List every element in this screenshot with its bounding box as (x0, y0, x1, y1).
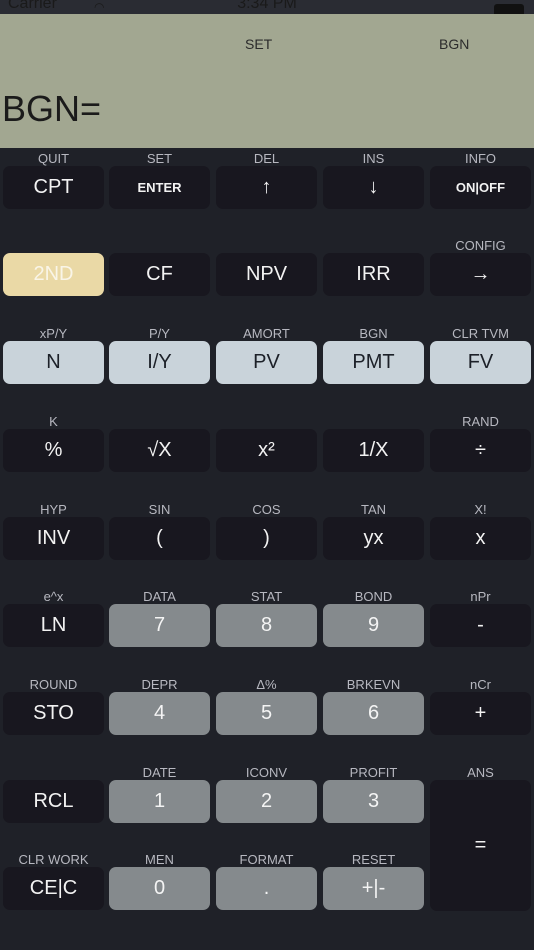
bgn-label: BGN (359, 326, 388, 341)
inv-button[interactable]: INV (3, 517, 104, 560)
rcl-button[interactable]: RCL (3, 780, 104, 823)
config-label: CONFIG (455, 238, 506, 253)
format-label: FORMAT (239, 852, 294, 867)
sign-toggle-button[interactable]: +|- (323, 867, 424, 910)
sqrt-button[interactable]: √X (109, 429, 210, 472)
ans-label: ANS (467, 765, 494, 780)
set-label: SET (146, 151, 173, 166)
reciprocal-button[interactable]: 1/X (323, 429, 424, 472)
left-paren-button[interactable]: ( (109, 517, 210, 560)
pv-button[interactable]: PV (216, 341, 317, 384)
fv-button[interactable]: FV (430, 341, 531, 384)
npv-button[interactable]: NPV (216, 253, 317, 296)
multiply-button[interactable]: x (430, 517, 531, 560)
xpy-label: xP/Y (39, 326, 68, 341)
cos-label: COS (252, 502, 281, 517)
zero-button[interactable]: 0 (109, 867, 210, 910)
clock: 3:34 PM (237, 0, 297, 12)
minus-button[interactable]: - (430, 604, 531, 647)
eight-button[interactable]: 8 (216, 604, 317, 647)
rand-label: RAND (462, 414, 499, 429)
brkevn-label: BRKEVN (346, 677, 401, 692)
down-arrow-button[interactable]: ↓ (323, 166, 424, 209)
cpt-button[interactable]: CPT (3, 166, 104, 209)
one-button[interactable]: 1 (109, 780, 210, 823)
irr-button[interactable]: IRR (323, 253, 424, 296)
decimal-button[interactable]: . (216, 867, 317, 910)
n-button[interactable]: N (3, 341, 104, 384)
cf-button[interactable]: CF (109, 253, 210, 296)
iconv-label: ICONV (245, 765, 288, 780)
k-label: K (49, 414, 58, 429)
power-button[interactable]: yx (323, 517, 424, 560)
sto-button[interactable]: STO (3, 692, 104, 735)
percent-button[interactable]: % (3, 429, 104, 472)
four-button[interactable]: 4 (109, 692, 210, 735)
depr-label: DEPR (141, 677, 178, 692)
display-value: BGN= (2, 88, 102, 129)
ncr-label: nCr (470, 677, 491, 692)
ce-c-button[interactable]: CE|C (3, 867, 104, 910)
bond-label: BOND (354, 589, 393, 604)
py-label: P/Y (149, 326, 170, 341)
quit-label: QUIT (37, 151, 70, 166)
status-bar: Carrier ◠ 3:34 PM (0, 0, 534, 18)
divide-button[interactable]: ÷ (430, 429, 531, 472)
bgn-indicator: BGN (439, 36, 470, 52)
profit-label: PROFIT (349, 765, 398, 780)
two-button[interactable]: 2 (216, 780, 317, 823)
amort-label: AMORT (243, 326, 290, 341)
enter-button[interactable]: ENTER (109, 166, 210, 209)
men-label: MEN (145, 852, 174, 867)
three-button[interactable]: 3 (323, 780, 424, 823)
plus-button[interactable]: + (430, 692, 531, 735)
factorial-label: X! (474, 502, 487, 517)
set-indicator: SET (245, 36, 273, 52)
pmt-button[interactable]: PMT (323, 341, 424, 384)
second-function-button[interactable]: 2ND (3, 253, 104, 296)
clr-tvm-label: CLR TVM (452, 326, 509, 341)
six-button[interactable]: 6 (323, 692, 424, 735)
iy-button[interactable]: I/Y (109, 341, 210, 384)
equals-button[interactable]: = (430, 780, 531, 911)
square-button[interactable]: x² (216, 429, 317, 472)
sin-label: SIN (148, 502, 171, 517)
clr-work-label: CLR WORK (18, 852, 89, 867)
round-label: ROUND (29, 677, 78, 692)
right-paren-button[interactable]: ) (216, 517, 317, 560)
nine-button[interactable]: 9 (323, 604, 424, 647)
hyp-label: HYP (40, 502, 67, 517)
data-label: DATA (143, 589, 176, 604)
ln-button[interactable]: LN (3, 604, 104, 647)
info-label: INFO (464, 151, 497, 166)
reset-label: RESET (351, 852, 396, 867)
calculator-display: SET BGN BGN= (0, 14, 534, 148)
right-arrow-button[interactable]: → (430, 253, 531, 296)
on-off-button[interactable]: ON|OFF (430, 166, 531, 209)
date-label: DATE (142, 765, 177, 780)
stat-label: STAT (250, 589, 283, 604)
exp-label: e^x (43, 589, 64, 604)
delta-percent-label: Δ% (256, 677, 277, 692)
five-button[interactable]: 5 (216, 692, 317, 735)
up-arrow-button[interactable]: ↑ (216, 166, 317, 209)
ins-label: INS (362, 151, 385, 166)
npr-label: nPr (470, 589, 491, 604)
del-label: DEL (253, 151, 280, 166)
seven-button[interactable]: 7 (109, 604, 210, 647)
tan-label: TAN (360, 502, 387, 517)
